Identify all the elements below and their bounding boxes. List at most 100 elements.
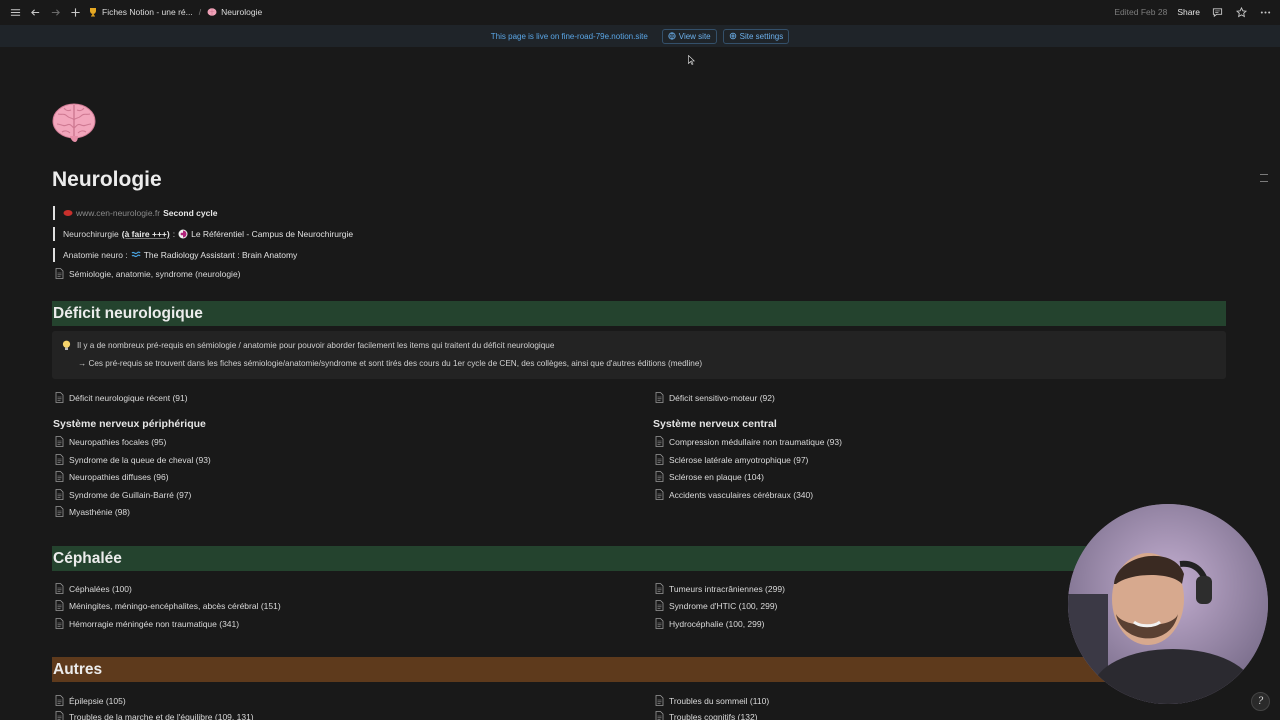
page-link-autres[interactable]: Épilepsie (105): [55, 695, 126, 706]
page-link-label: Syndrome de Guillain-Barré (97): [69, 489, 192, 500]
page-link-snp[interactable]: Syndrome de la queue de cheval (93): [55, 454, 211, 465]
page-link-snc[interactable]: Compression médullaire non traumatique (…: [655, 436, 842, 447]
page-link-label: Hydrocéphalie (100, 299): [669, 618, 765, 629]
view-site-label: View site: [678, 31, 711, 41]
page-link-snc[interactable]: Sclérose en plaque (104): [655, 471, 764, 482]
page-link-snp[interactable]: Neuropathies focales (95): [55, 436, 166, 447]
share-button[interactable]: Share: [1177, 7, 1200, 17]
trophy-icon: [90, 8, 96, 17]
page-link-snc[interactable]: Sclérose latérale amyotrophique (97): [655, 454, 808, 465]
favorite-star-icon[interactable]: [1234, 5, 1248, 19]
callout-line-2: → Ces pré-requis se trouvent dans les fi…: [78, 359, 703, 368]
page-document-icon: [55, 506, 64, 517]
page-link-label: Troubles de la marche et de l'équilibre …: [69, 711, 254, 720]
site-settings-label: Site settings: [739, 31, 784, 41]
page-link-semiologie[interactable]: Sémiologie, anatomie, syndrome (neurolog…: [55, 268, 241, 279]
referentiel-link[interactable]: Le Référentiel - Campus de Neurochirurgi…: [191, 229, 353, 239]
page-link-deficit-recent[interactable]: Déficit neurologique récent (91): [55, 392, 188, 403]
page-link-autres[interactable]: Troubles de la marche et de l'équilibre …: [55, 711, 254, 720]
section-heading-text: Autres: [53, 660, 103, 678]
page-link-cephalee[interactable]: Céphalées (100): [55, 583, 132, 594]
page-link-cephalee[interactable]: Hémorragie méningée non traumatique (341…: [55, 618, 239, 629]
page-link-label: Sclérose en plaque (104): [669, 471, 764, 482]
page-link-label: Neuropathies focales (95): [69, 436, 167, 447]
page-link-label: Céphalées (100): [69, 583, 132, 594]
forward-arrow-icon[interactable]: [48, 5, 62, 19]
section-heading-deficit[interactable]: Déficit neurologique: [52, 301, 1226, 326]
page-link-snc[interactable]: Accidents vasculaires cérébraux (340): [655, 489, 813, 500]
page-link-label: Troubles cognitifs (132): [669, 711, 758, 720]
cen-neurologie-link[interactable]: www.cen-neurologie.fr: [76, 208, 160, 218]
published-banner: This page is live on fine-road-79e.notio…: [0, 25, 1280, 47]
breadcrumb-separator: /: [198, 7, 202, 17]
page-link-label: Déficit neurologique récent (91): [69, 392, 188, 403]
page-link-label: Myasthénie (98): [69, 506, 130, 517]
lightbulb-icon: [62, 340, 71, 350]
page-document-icon: [55, 392, 64, 403]
page-link-snp[interactable]: Syndrome de Guillain-Barré (97): [55, 489, 191, 500]
page-document-icon: [655, 583, 664, 594]
page-link-label: Épilepsie (105): [69, 695, 126, 706]
webcam-overlay: [1068, 504, 1268, 704]
radiology-wave-icon: [131, 251, 141, 258]
page-link-label: Accidents vasculaires cérébraux (340): [669, 489, 814, 500]
breadcrumb-label-fiches: Fiches Notion - une ré...: [102, 7, 193, 17]
page-link-snp[interactable]: Myasthénie (98): [55, 506, 130, 517]
page-document-icon: [655, 711, 664, 720]
page-document-icon: [655, 392, 664, 403]
second-cycle-label: Second cycle: [163, 208, 218, 218]
more-options-icon[interactable]: [1258, 5, 1272, 19]
page-link-label: Neuropathies diffuses (96): [69, 471, 169, 482]
breadcrumb-item-fiches[interactable]: Fiches Notion - une ré...: [88, 7, 193, 17]
page-link-deficit-sensitivo[interactable]: Déficit sensitivo-moteur (92): [655, 392, 775, 403]
page-link-cephalee[interactable]: Tumeurs intracrâniennes (299): [655, 583, 785, 594]
breadcrumb: Fiches Notion - une ré... / Neurologie: [88, 7, 262, 17]
page-document-icon: [55, 454, 64, 465]
callout-prerequis: Il y a de nombreux pré-requis en sémiolo…: [52, 331, 1226, 379]
back-arrow-icon[interactable]: [28, 5, 42, 19]
page-link-label: Tumeurs intracrâniennes (299): [669, 583, 785, 594]
page-document-icon: [655, 454, 664, 465]
colon-text: :: [172, 229, 176, 239]
page-document-icon: [655, 489, 664, 500]
page-document-icon: [655, 695, 664, 706]
page-document-icon: [55, 436, 64, 447]
page-link-autres[interactable]: Troubles du sommeil (110): [655, 695, 769, 706]
page-link-cephalee[interactable]: Méningites, méningo-encéphalites, abcès …: [55, 600, 281, 611]
page-document-icon: [55, 600, 64, 611]
page-link-autres[interactable]: Troubles cognitifs (132): [655, 711, 758, 720]
breadcrumb-item-neurologie[interactable]: Neurologie: [207, 7, 262, 17]
radiology-link[interactable]: The Radiology Assistant : Brain Anatomy: [144, 250, 298, 260]
help-button[interactable]: ?: [1251, 692, 1270, 711]
red-blob-icon: [63, 210, 73, 216]
page-document-icon: [655, 600, 664, 611]
page-link-label: Hémorragie méningée non traumatique (341…: [69, 618, 240, 629]
view-site-button[interactable]: View site: [661, 28, 717, 44]
page-link-cephalee[interactable]: Syndrome d'HTIC (100, 299): [655, 600, 777, 611]
page-document-icon: [55, 489, 64, 500]
brain-icon[interactable]: [52, 100, 96, 144]
page-document-icon: [55, 583, 64, 594]
anatomie-label: Anatomie neuro :: [63, 250, 128, 260]
add-page-icon[interactable]: [68, 5, 82, 19]
section-heading-autres[interactable]: Autres: [52, 657, 1226, 682]
table-of-contents-markers[interactable]: [1260, 174, 1268, 188]
published-banner-text: This page is live on fine-road-79e.notio…: [490, 31, 648, 41]
section-heading-text: Déficit neurologique: [53, 304, 203, 322]
page-link-label: Sclérose latérale amyotrophique (97): [669, 454, 809, 465]
site-settings-button[interactable]: Site settings: [722, 28, 790, 44]
help-icon: ?: [1257, 696, 1264, 707]
page-link-snp[interactable]: Neuropathies diffuses (96): [55, 471, 169, 482]
page-link-cephalee[interactable]: Hydrocéphalie (100, 299): [655, 618, 764, 629]
quote-anatomie: Anatomie neuro : The Radiology Assistant…: [53, 248, 297, 262]
page-title[interactable]: Neurologie: [52, 168, 162, 192]
subheading-snp[interactable]: Système nerveux périphérique: [53, 418, 206, 430]
menu-icon[interactable]: [8, 5, 22, 19]
presenter-video-image: [1068, 504, 1268, 704]
edited-timestamp: Edited Feb 28: [1114, 7, 1168, 17]
section-heading-cephalee[interactable]: Céphalée: [52, 546, 1226, 571]
neurochirurgie-label: Neurochirurgie: [63, 229, 119, 239]
comments-icon[interactable]: [1210, 5, 1224, 19]
subheading-snc[interactable]: Système nerveux central: [653, 418, 777, 430]
page-link-label: Compression médullaire non traumatique (…: [669, 436, 842, 447]
